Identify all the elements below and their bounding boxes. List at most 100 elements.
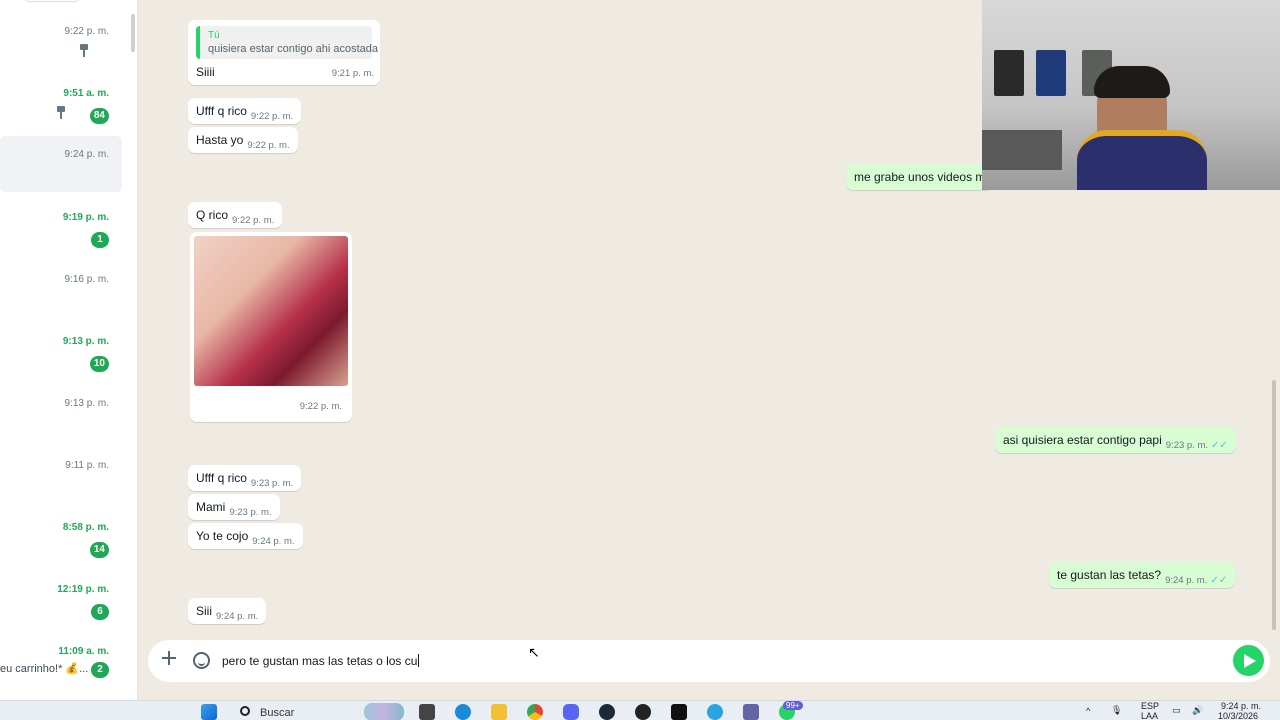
pin-icon bbox=[56, 106, 66, 120]
wall-poster bbox=[994, 50, 1024, 96]
chat-list-item[interactable]: 9:19 p. m. 1 bbox=[0, 206, 122, 262]
chat-time: 9:51 a. m. bbox=[63, 88, 109, 99]
chat-list-item[interactable]: 9:11 p. m. bbox=[0, 454, 122, 510]
search-icon bbox=[240, 706, 250, 716]
file-explorer-icon[interactable] bbox=[491, 704, 507, 720]
pin-icon bbox=[79, 44, 89, 58]
message-time: 9:24 p. m. bbox=[252, 536, 295, 547]
desk-equipment bbox=[982, 130, 1062, 170]
message-time: 9:23 p. m. bbox=[1165, 440, 1209, 451]
chat-list-item[interactable]: 8:58 p. m. 14 bbox=[0, 516, 122, 572]
message-text: Q rico bbox=[196, 208, 229, 222]
incoming-message[interactable]: Ufff q rico 9:22 p. m. bbox=[188, 98, 302, 124]
chat-list-item[interactable]: 9:13 p. m. 10 bbox=[0, 330, 122, 386]
chat-list-item[interactable]: 12:19 p. m. 6 bbox=[0, 578, 122, 634]
quoted-message[interactable]: Tú quisiera estar contigo ahi acostada bbox=[196, 26, 378, 59]
mouse-pointer-icon: ↖ bbox=[528, 644, 540, 660]
message-text: Ufff q rico bbox=[196, 471, 247, 485]
wall-poster bbox=[1036, 50, 1066, 96]
incoming-message[interactable]: Ufff q rico 9:23 p. m. bbox=[188, 465, 302, 491]
incoming-message[interactable]: Hasta yo 9:22 p. m. bbox=[188, 127, 298, 153]
chat-list-item[interactable]: 9:22 p. m. bbox=[0, 20, 122, 76]
message-text: Mami bbox=[196, 500, 226, 514]
message-time: 9:21 p. m. bbox=[331, 68, 374, 79]
unread-badge: 2 bbox=[91, 662, 109, 678]
text-caret bbox=[418, 654, 420, 667]
incoming-message[interactable]: Yo te cojo 9:24 p. m. bbox=[188, 523, 303, 549]
notification-badge: 99+ bbox=[783, 701, 803, 710]
message-text: Ufff q rico bbox=[196, 104, 247, 118]
chat-time: 9:13 p. m. bbox=[64, 398, 109, 409]
network-icon[interactable]: ▭ bbox=[1172, 705, 1181, 716]
message-text: asi quisiera estar contigo papi bbox=[1003, 433, 1162, 447]
outgoing-message[interactable]: me grabe unos videos m bbox=[846, 164, 994, 190]
message-text: me grabe unos videos m bbox=[854, 170, 986, 184]
message-text: Hasta yo bbox=[196, 133, 244, 147]
chat-time: 9:11 p. m. bbox=[65, 460, 109, 471]
quote-author: Tú bbox=[208, 30, 220, 41]
message-text: te gustan las tetas? bbox=[1057, 568, 1162, 582]
tray-chevron-icon[interactable]: ^ bbox=[1086, 706, 1090, 716]
outgoing-message[interactable]: te gustan las tetas? 9:24 p. m. ✓✓ bbox=[1049, 562, 1236, 588]
unread-badge: 10 bbox=[89, 356, 109, 372]
task-view-icon[interactable] bbox=[419, 704, 435, 720]
windows-start-icon[interactable] bbox=[201, 704, 217, 720]
microphone-icon[interactable]: 🎙 bbox=[1111, 705, 1122, 716]
sidebar-scrollbar[interactable] bbox=[131, 14, 135, 52]
unread-badge: 6 bbox=[91, 604, 109, 620]
chat-time: 9:22 p. m. bbox=[64, 26, 109, 37]
clock-time[interactable]: 9:24 p. m. bbox=[1221, 701, 1261, 711]
incoming-photo-message[interactable]: 9:22 p. m. bbox=[190, 232, 352, 422]
language-bottom[interactable]: LAA bbox=[1141, 711, 1158, 720]
incoming-message-with-quote[interactable]: Tú quisiera estar contigo ahi acostada S… bbox=[188, 20, 380, 85]
send-button[interactable] bbox=[1233, 645, 1264, 676]
app-icon[interactable] bbox=[635, 704, 651, 720]
streamer-hair bbox=[1094, 66, 1170, 98]
chat-time: 11:09 a. m. bbox=[58, 646, 109, 657]
telegram-icon[interactable] bbox=[707, 704, 723, 720]
discord-icon[interactable] bbox=[563, 704, 579, 720]
incoming-message[interactable]: Q rico 9:22 p. m. bbox=[188, 202, 283, 228]
incoming-message[interactable]: Siii 9:24 p. m. bbox=[188, 598, 267, 624]
message-composer: pero te gustan mas las tetas o los cu bbox=[148, 640, 1270, 682]
chat-list-item[interactable]: 9:13 p. m. bbox=[0, 392, 122, 448]
message-time: 9:24 p. m. bbox=[216, 611, 259, 622]
outgoing-message[interactable]: asi quisiera estar contigo papi 9:23 p. m… bbox=[995, 427, 1236, 453]
read-receipt-icon: ✓✓ bbox=[1211, 440, 1228, 451]
tiktok-icon[interactable] bbox=[671, 704, 687, 720]
unread-badge: 84 bbox=[89, 108, 109, 124]
chat-scrollbar[interactable] bbox=[1272, 380, 1276, 630]
sticker-emoji-icon[interactable] bbox=[193, 652, 210, 669]
quote-text: quisiera estar contigo ahi acostada bbox=[208, 43, 378, 55]
chat-time: 9:13 p. m. bbox=[62, 336, 109, 347]
streamer-jersey bbox=[1077, 130, 1207, 190]
chat-list-item[interactable]: 9:51 a. m. 84 bbox=[0, 82, 122, 138]
message-time: 9:24 p. m. bbox=[1165, 575, 1208, 586]
incoming-message[interactable]: Mami 9:23 p. m. bbox=[188, 494, 280, 520]
chrome-icon[interactable] bbox=[527, 704, 543, 720]
clock-date[interactable]: 10/3/2026 bbox=[1218, 711, 1258, 720]
message-text: Yo te cojo bbox=[196, 529, 249, 543]
message-text: Siii bbox=[196, 604, 213, 618]
edge-browser-icon[interactable] bbox=[455, 704, 471, 720]
attach-plus-icon[interactable] bbox=[162, 651, 176, 665]
chat-time: 9:19 p. m. bbox=[62, 212, 109, 223]
chat-time: 8:58 p. m. bbox=[62, 522, 109, 533]
filter-chip[interactable] bbox=[24, 0, 80, 2]
chat-time: 9:24 p. m. bbox=[64, 149, 109, 160]
chat-list-sidebar: 9:22 p. m. 9:51 a. m. 84 9:24 p. m. 9:19… bbox=[0, 0, 138, 700]
volume-icon[interactable]: 🔊 bbox=[1192, 705, 1203, 716]
steam-icon[interactable] bbox=[599, 704, 615, 720]
chat-list-item[interactable]: 9:16 p. m. bbox=[0, 268, 122, 324]
chat-list-item[interactable]: 11:09 a. m. eu carrinho!* 💰... 2 bbox=[0, 640, 122, 696]
teams-icon[interactable] bbox=[743, 704, 759, 720]
windows-taskbar: Buscar 99+ ^ 🎙 ESP LAA ▭ 🔊 9:24 p. m. 10… bbox=[0, 700, 1280, 720]
message-input[interactable]: pero te gustan mas las tetas o los cu bbox=[222, 654, 420, 668]
message-time: 9:22 p. m. bbox=[250, 111, 294, 122]
search-label: Buscar bbox=[260, 707, 295, 719]
message-time: 9:22 p. m. bbox=[247, 140, 290, 151]
photo-thumbnail[interactable] bbox=[194, 236, 348, 386]
chat-list-item-active[interactable]: 9:24 p. m. bbox=[0, 136, 122, 192]
taskbar-search[interactable]: Buscar bbox=[236, 702, 406, 720]
language-top[interactable]: ESP bbox=[1141, 701, 1159, 711]
